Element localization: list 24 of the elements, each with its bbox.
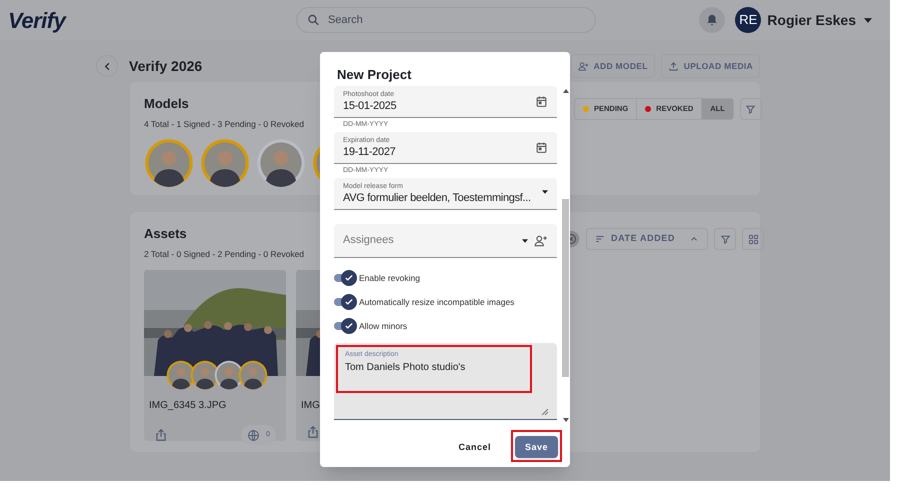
save-button[interactable]: Save bbox=[514, 436, 558, 458]
toggle-label: Enable revoking bbox=[359, 272, 420, 284]
toggle-label: Allow minors bbox=[359, 320, 408, 332]
dialog-title: New Project bbox=[336, 66, 412, 84]
section-title: Models bbox=[144, 95, 189, 113]
cancel-button[interactable]: Cancel bbox=[456, 436, 493, 458]
select-field[interactable]: Assignees bbox=[334, 224, 557, 258]
field-value: AVG formulier beelden, Toestemmingsf... bbox=[343, 191, 532, 205]
toggle-label: Automatically resize incompatible images bbox=[359, 296, 514, 308]
field-placeholder: Assignees bbox=[343, 233, 395, 248]
user-avatar[interactable]: RE bbox=[735, 7, 762, 33]
user-name[interactable]: Rogier Eskes bbox=[767, 10, 856, 30]
logo: Verify bbox=[8, 6, 68, 35]
file-name: IMG_6345 3.JPG bbox=[148, 399, 228, 414]
search-input[interactable]: Search bbox=[328, 12, 585, 28]
summary-text: 2 Total - 0 Signed - 2 Pending - 0 Revoked bbox=[144, 248, 304, 260]
search-field[interactable]: Search bbox=[296, 7, 596, 33]
field-value: 15-01-2025 bbox=[343, 99, 398, 113]
project-title: Verify 2026 bbox=[129, 56, 202, 76]
file-name: IMG bbox=[300, 399, 321, 414]
field-value: Tom Daniels Photo studio's bbox=[345, 361, 466, 375]
field-value: 19-11-2027 bbox=[343, 145, 396, 159]
summary-text: 4 Total - 1 Signed - 3 Pending - 0 Revoked bbox=[144, 118, 304, 130]
section-title: Assets bbox=[144, 225, 187, 243]
